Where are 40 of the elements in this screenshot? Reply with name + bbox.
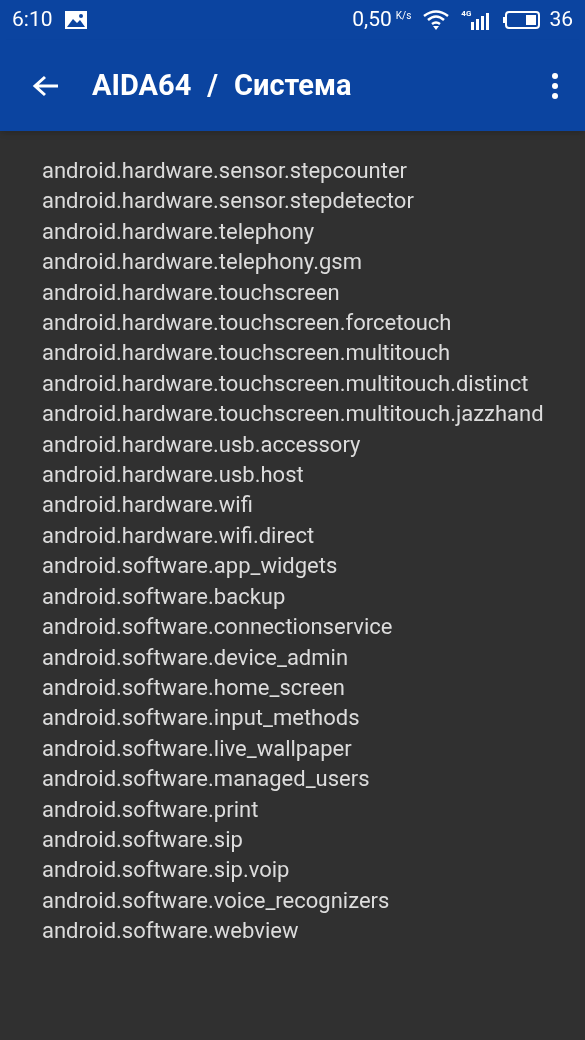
feature-item: android.software.managed_users xyxy=(42,765,371,794)
feature-item: android.software.sip.voip xyxy=(42,856,291,885)
feature-item: android.software.sip xyxy=(42,825,244,854)
feature-item: android.hardware.touchscreen.multitouch.jazzhand xyxy=(42,400,545,429)
feature-item: android.software.device_admin xyxy=(42,643,350,672)
more-icon xyxy=(552,72,558,99)
feature-item: android.hardware.usb.accessory xyxy=(42,430,362,459)
feature-item: android.hardware.sensor.stepdetector xyxy=(42,187,415,216)
signal-icon xyxy=(471,10,492,30)
battery-icon xyxy=(503,10,542,30)
feature-item: android.hardware.wifi.direct xyxy=(42,521,316,550)
wifi-icon xyxy=(423,10,450,30)
feature-item: android.hardware.telephony xyxy=(42,217,316,246)
feature-item: android.hardware.telephony.gsm xyxy=(42,248,363,277)
page-title: Система xyxy=(234,66,352,104)
feature-item: android.software.app_widgets xyxy=(42,552,339,581)
feature-item: android.hardware.sensor.stepcounter xyxy=(42,157,409,185)
feature-item: android.software.voice_recognizers xyxy=(42,886,391,915)
speed-reading: 0,50 xyxy=(352,6,392,34)
feature-item: android.hardware.wifi xyxy=(42,491,254,520)
feature-item: android.hardware.touchscreen.multitouch.distinct xyxy=(42,369,530,398)
feature-item: android.hardware.usb.host xyxy=(42,461,305,490)
app-title: AIDA64 xyxy=(92,66,192,104)
clock: 6:10 xyxy=(12,6,53,34)
speed-unit: K/s xyxy=(395,9,412,23)
feature-item: android.hardware.touchscreen.forcetouch xyxy=(42,309,453,338)
network-label: 4G xyxy=(461,8,472,20)
back-icon xyxy=(32,73,60,98)
feature-item: android.hardware.touchscreen xyxy=(42,278,341,307)
feature-item: android.software.webview xyxy=(42,917,300,946)
feature-item: android.hardware.touchscreen.multitouch xyxy=(42,339,452,368)
feature-item: android.software.print xyxy=(42,795,260,824)
feature-item: android.software.backup xyxy=(42,582,287,611)
feature-item: android.software.live_wallpaper xyxy=(42,734,353,763)
feature-item: android.software.input_methods xyxy=(42,704,361,733)
image-icon xyxy=(64,11,87,29)
feature-item: android.software.connectionservice xyxy=(42,613,394,642)
feature-item: android.software.home_screen xyxy=(42,673,346,702)
title-separator: / xyxy=(207,66,219,104)
battery-level: 36 xyxy=(549,6,573,34)
